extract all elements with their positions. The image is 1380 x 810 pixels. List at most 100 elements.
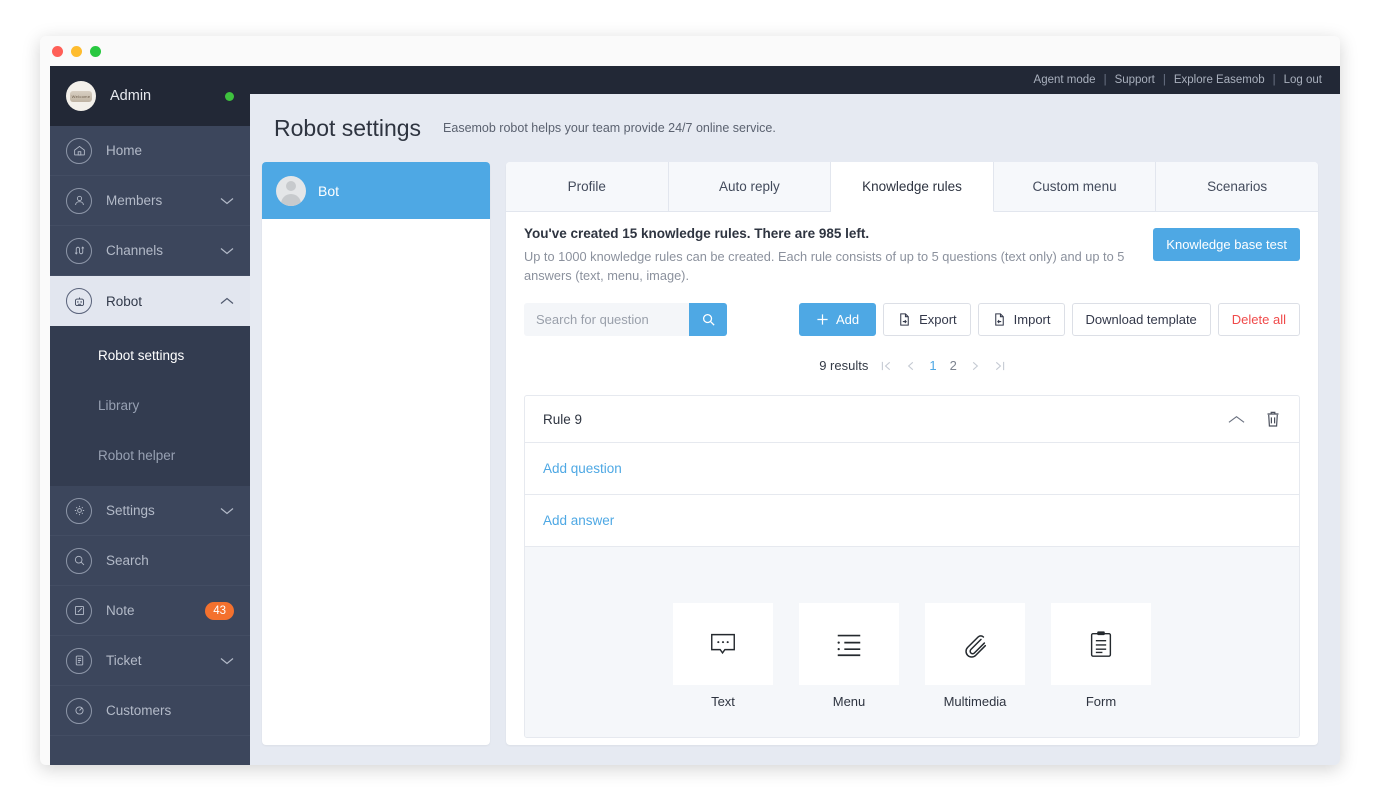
- sidebar-item-ticket[interactable]: Ticket: [50, 636, 250, 686]
- add-question-link[interactable]: Add question: [525, 443, 1299, 495]
- chevron-down-icon[interactable]: [220, 657, 234, 665]
- top-link-support[interactable]: Support: [1115, 74, 1155, 86]
- tab-knowledge-rules[interactable]: Knowledge rules: [831, 162, 994, 212]
- sidebar-subitem-robot-settings[interactable]: Robot settings: [50, 330, 250, 380]
- add-answer-link[interactable]: Add answer: [525, 495, 1299, 547]
- top-link-explore-easemob[interactable]: Explore Easemob: [1174, 74, 1265, 86]
- answer-type-form[interactable]: Form: [1051, 603, 1151, 709]
- rule-card: Rule 9 Add question Add answer Text Menu…: [524, 395, 1300, 738]
- export-icon: [900, 313, 909, 326]
- window-maximize-button[interactable]: [90, 45, 101, 57]
- panel-body: You've created 15 knowledge rules. There…: [506, 212, 1318, 745]
- pagination: 9 results 1 2: [524, 358, 1300, 373]
- members-icon: [66, 187, 92, 214]
- channels-icon: [66, 237, 92, 264]
- bot-list-item[interactable]: Bot: [262, 162, 490, 219]
- top-separator: |: [1162, 74, 1166, 86]
- sidebar-subitem-library[interactable]: Library: [50, 380, 250, 430]
- sidebar-item-label: Customers: [106, 703, 172, 718]
- rules-count-text: You've created 15 knowledge rules. There…: [524, 226, 870, 241]
- pagination-page-1[interactable]: 1: [929, 358, 936, 373]
- pagination-last-button[interactable]: [994, 360, 1005, 372]
- window-close-button[interactable]: [52, 45, 63, 57]
- answer-type-multimedia[interactable]: Multimedia: [925, 603, 1025, 709]
- rules-help-text: Up to 1000 knowledge rules can be create…: [524, 249, 1125, 283]
- tab-label: Profile: [567, 179, 606, 194]
- tab-custom-menu[interactable]: Custom menu: [994, 162, 1157, 211]
- sidebar-item-home[interactable]: Home: [50, 126, 250, 176]
- chevron-down-icon[interactable]: [220, 247, 234, 255]
- answer-type-label: Multimedia: [943, 694, 1007, 709]
- window-titlebar: [40, 36, 1340, 66]
- download-template-button[interactable]: Download template: [1071, 303, 1211, 336]
- export-button[interactable]: Export: [883, 303, 971, 336]
- pagination-next-button[interactable]: [970, 360, 981, 372]
- sidebar-item-note[interactable]: Note 43: [50, 586, 250, 636]
- export-button-label: Export: [919, 312, 957, 327]
- import-button[interactable]: Import: [977, 303, 1065, 336]
- window-body: Welcome Admin Home Members Channels Robo…: [50, 66, 1340, 765]
- answer-type-menu[interactable]: Menu: [799, 603, 899, 709]
- sidebar-item-label: Note: [106, 603, 135, 618]
- knowledge-rules-panel: Profile Auto reply Knowledge rules Custo…: [506, 162, 1318, 745]
- bot-list-panel: Bot: [262, 162, 490, 745]
- pagination-prev-button[interactable]: [905, 360, 916, 372]
- add-button[interactable]: Add: [798, 303, 877, 336]
- top-link-log-out[interactable]: Log out: [1284, 74, 1322, 86]
- chevron-up-icon[interactable]: [1228, 415, 1245, 424]
- sidebar-item-label: Channels: [106, 243, 164, 258]
- rule-title: Rule 9: [543, 411, 583, 427]
- ticket-icon: [66, 647, 92, 674]
- info-text: You've created 15 knowledge rules. There…: [524, 226, 1153, 285]
- delete-all-button[interactable]: Delete all: [1217, 303, 1300, 336]
- home-icon: [66, 137, 92, 164]
- sidebar-item-channels[interactable]: Channels: [50, 226, 250, 276]
- answer-type-icon-box: [673, 603, 773, 685]
- search-input[interactable]: [524, 303, 689, 336]
- chevron-down-icon[interactable]: [220, 507, 234, 515]
- sidebar-item-members[interactable]: Members: [50, 176, 250, 226]
- sidebar-item-robot[interactable]: Robot: [50, 276, 250, 326]
- speech-bubble-icon: [711, 633, 735, 655]
- top-separator: |: [1103, 74, 1107, 86]
- answer-type-label: Menu: [832, 694, 866, 709]
- results-count-label: 9 results: [819, 358, 869, 373]
- sidebar-subitem-label: Robot settings: [98, 347, 185, 363]
- top-link-agent-mode[interactable]: Agent mode: [1034, 74, 1096, 86]
- tab-profile[interactable]: Profile: [506, 162, 669, 211]
- page-title: Robot settings: [274, 114, 422, 141]
- app-window: Welcome Admin Home Members Channels Robo…: [40, 36, 1340, 765]
- tab-auto-reply[interactable]: Auto reply: [669, 162, 832, 211]
- import-button-label: Import: [1013, 312, 1051, 327]
- import-icon: [994, 313, 1004, 326]
- pagination-page-2[interactable]: 2: [950, 358, 957, 373]
- answer-type-text[interactable]: Text: [673, 603, 773, 709]
- sidebar-item-search[interactable]: Search: [50, 536, 250, 586]
- bot-name: Bot: [318, 182, 340, 199]
- search-box: [524, 303, 727, 336]
- search-button[interactable]: [689, 303, 727, 336]
- chevron-up-icon[interactable]: [220, 297, 234, 305]
- sidebar-item-label: Settings: [106, 503, 155, 518]
- scrollbar-track[interactable]: [1307, 212, 1314, 745]
- tab-scenarios[interactable]: Scenarios: [1156, 162, 1318, 211]
- sidebar-item-settings[interactable]: Settings: [50, 486, 250, 536]
- sidebar-profile[interactable]: Welcome Admin: [50, 66, 250, 126]
- sidebar-subitem-robot-helper[interactable]: Robot helper: [50, 430, 250, 480]
- pagination-first-button[interactable]: [881, 360, 892, 372]
- scrollbar-thumb[interactable]: [1307, 360, 1314, 690]
- trash-icon[interactable]: [1265, 410, 1281, 428]
- avatar: [276, 175, 306, 206]
- clipboard-icon: [1090, 631, 1112, 657]
- window-minimize-button[interactable]: [71, 45, 82, 57]
- avatar: Welcome: [66, 81, 96, 111]
- tab-label: Scenarios: [1207, 179, 1268, 194]
- answer-type-icon-box: [925, 603, 1025, 685]
- add-button-label: Add: [835, 312, 860, 327]
- sidebar-item-customers[interactable]: Customers: [50, 686, 250, 736]
- chevron-down-icon[interactable]: [220, 197, 234, 205]
- knowledge-base-test-button[interactable]: Knowledge base test: [1153, 228, 1300, 261]
- top-bar: Agent mode | Support | Explore Easemob |…: [250, 66, 1340, 94]
- tab-label: Auto reply: [718, 179, 780, 194]
- note-badge: 43: [205, 601, 234, 620]
